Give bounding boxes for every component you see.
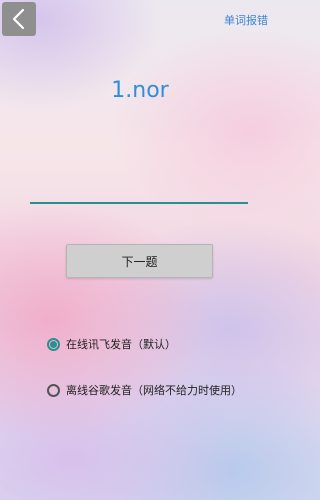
option-offline-voice[interactable]: 离线谷歌发音（网络不给力时使用）	[47, 382, 242, 398]
option-online-voice[interactable]: 在线讯飞发音（默认）	[47, 336, 176, 352]
option-online-voice-label: 在线讯飞发音（默认）	[66, 338, 176, 351]
next-question-button[interactable]: 下一题	[66, 244, 213, 278]
report-word-error-link[interactable]: 单词报错	[224, 12, 268, 28]
radio-online-voice[interactable]	[47, 337, 60, 351]
back-button[interactable]	[2, 2, 36, 36]
chevron-left-icon	[12, 8, 25, 30]
answer-input[interactable]	[30, 170, 248, 204]
radio-offline-voice[interactable]	[47, 383, 60, 397]
option-offline-voice-label: 离线谷歌发音（网络不给力时使用）	[66, 384, 242, 397]
current-word: 1.nor	[111, 78, 169, 103]
